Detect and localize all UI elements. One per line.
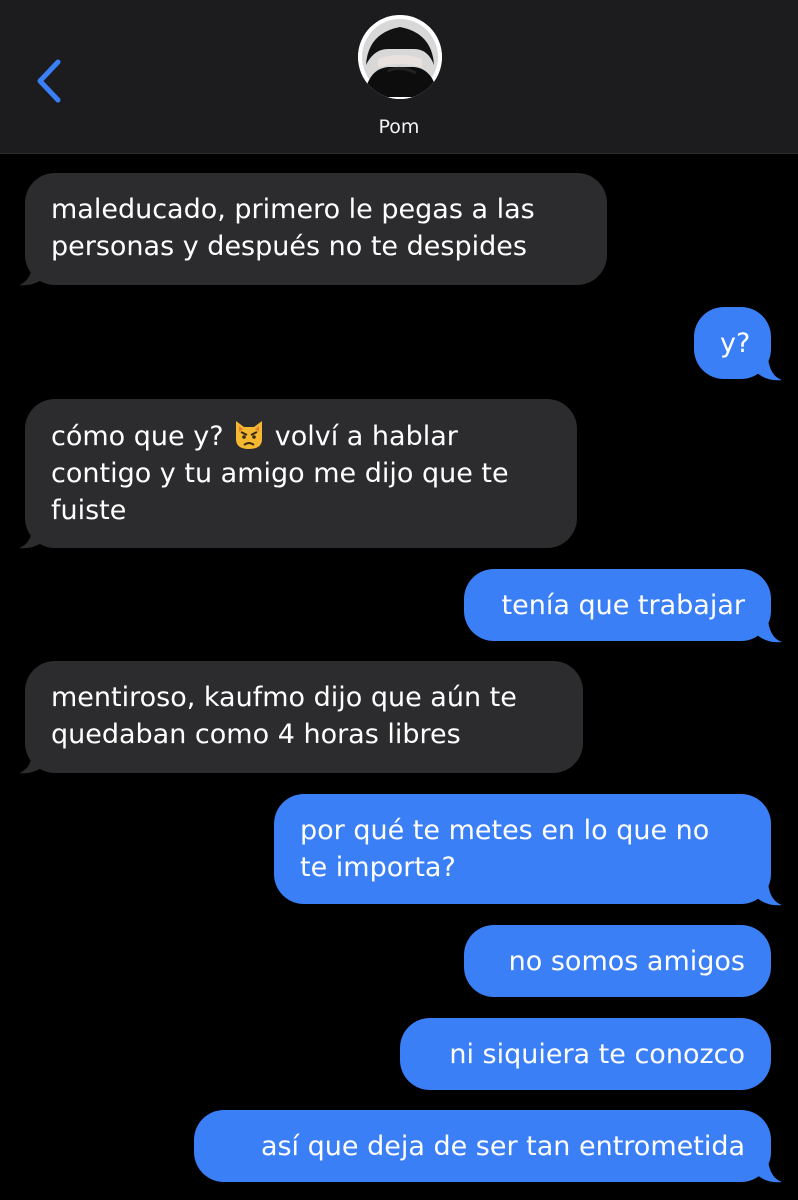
message-line: contigo y tu amigo me dijo que te [51, 458, 509, 489]
message-line: y? [720, 328, 751, 359]
bubble-tail-outgoing [752, 1160, 782, 1183]
message-line: fuiste [51, 495, 127, 526]
bubble-tail-incoming [19, 263, 49, 286]
message-text: volví a hablar [274, 421, 458, 452]
conversation-header: Pom [0, 0, 798, 154]
message-line: por qué te metes en lo que no [300, 815, 710, 846]
message-bubble-incoming[interactable]: maleducado, primero le pegas a las perso… [25, 173, 607, 285]
message-line: no somos amigos [508, 946, 745, 977]
bubble-tail-outgoing [752, 620, 782, 643]
message-bubble-outgoing[interactable]: no somos amigos [464, 925, 771, 997]
contact-name[interactable]: Pom [0, 116, 798, 138]
message-text: cómo que y? [51, 421, 224, 452]
message-bubble-outgoing[interactable]: así que deja de ser tan entrometida [194, 1110, 771, 1182]
message-line: te importa? [300, 852, 456, 883]
message-bubble-outgoing[interactable]: por qué te metes en lo que no te importa… [274, 794, 771, 904]
message-line: quedaban como 4 horas libres [51, 719, 461, 750]
message-bubble-incoming[interactable]: mentiroso, kaufmo dijo que aún te quedab… [25, 661, 583, 773]
chevron-left-icon [37, 59, 61, 103]
message-line: ni siquiera te conozco [449, 1039, 745, 1070]
bubble-tail-incoming [19, 751, 49, 774]
message-line: así que deja de ser tan entrometida [260, 1131, 745, 1162]
message-bubble-incoming[interactable]: cómo que y? volví a hablar contigo y tu … [25, 399, 577, 548]
bubble-tail-outgoing [752, 358, 782, 381]
message-bubble-outgoing[interactable]: ni siquiera te conozco [400, 1018, 771, 1090]
message-bubble-outgoing[interactable]: tenía que trabajar [464, 569, 771, 641]
message-line: tenía que trabajar [501, 590, 745, 621]
back-button[interactable] [30, 56, 70, 106]
bubble-tail-outgoing [752, 883, 782, 906]
avatar-photo [358, 15, 442, 99]
message-line: personas y después no te despides [51, 231, 527, 262]
pouting-cat-emoji-icon [236, 421, 263, 449]
message-line: maleducado, primero le pegas a las [51, 194, 535, 225]
bubble-tail-incoming [19, 526, 49, 549]
message-line: mentiroso, kaufmo dijo que aún te [51, 682, 517, 713]
contact-avatar[interactable] [358, 15, 442, 99]
message-line-with-emoji: cómo que y? volví a hablar [51, 417, 551, 455]
